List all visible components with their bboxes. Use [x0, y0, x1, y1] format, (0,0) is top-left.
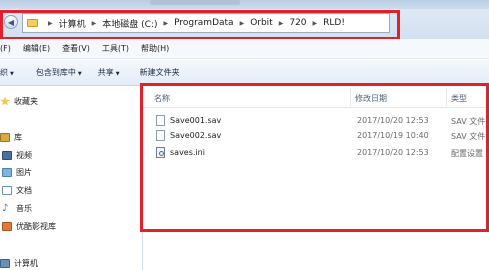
nav-libraries[interactable]: 库	[0, 130, 22, 144]
file-row[interactable]: Save001.sav 2017/10/20 12:53 SAV 文件	[143, 114, 489, 128]
window-title-strip	[0, 0, 489, 9]
nav-youku-label: 优酷影视库	[16, 221, 56, 231]
column-header-type[interactable]: 类型	[451, 93, 467, 104]
video-icon	[2, 150, 12, 160]
nav-music[interactable]: ♪ 音乐	[2, 201, 32, 215]
youku-library-icon	[2, 221, 12, 231]
file-name: saves.ini	[170, 148, 205, 157]
picture-icon	[2, 167, 12, 177]
chevron-right-icon[interactable]: ▶	[313, 20, 318, 27]
dropdown-arrow-icon: ▼	[115, 71, 120, 77]
chevron-right-icon[interactable]: ▶	[279, 20, 284, 27]
nav-documents-label: 文档	[16, 185, 32, 195]
file-name: Save001.sav	[170, 116, 222, 125]
column-divider[interactable]	[446, 88, 447, 106]
chevron-right-icon[interactable]: ▶	[92, 20, 97, 27]
folder-icon	[27, 19, 38, 27]
nav-documents[interactable]: 文档	[2, 183, 32, 197]
file-type: 配置设置	[451, 149, 483, 158]
nav-pictures[interactable]: 图片	[2, 165, 32, 179]
menu-edit[interactable]: 编辑(E)	[23, 43, 50, 54]
include-in-library-label: 包含到库中	[35, 68, 76, 77]
file-name: Save002.sav	[170, 131, 222, 140]
breadcrumb-720[interactable]: 720	[289, 18, 306, 28]
dropdown-arrow-icon: ▼	[10, 71, 14, 77]
column-header-name[interactable]: 名称	[154, 93, 170, 104]
menu-file[interactable]: (F)	[0, 44, 11, 53]
file-modified: 2017/10/19 10:40	[357, 131, 429, 140]
nav-music-label: 音乐	[16, 203, 32, 213]
document-icon	[156, 115, 165, 126]
window-title-ghost	[150, 0, 240, 5]
organize-button[interactable]: 织 ▼	[0, 67, 14, 78]
file-list-pane: 名称 修改日期 类型 Save001.sav 2017/10/20 12:53 …	[143, 86, 489, 270]
share-label: 共享	[97, 68, 114, 77]
file-modified: 2017/10/20 12:53	[357, 148, 429, 157]
computer-icon	[0, 258, 10, 268]
nav-favorites-label: 收藏夹	[14, 96, 38, 106]
file-row[interactable]: saves.ini 2017/10/20 12:53 配置设置	[143, 146, 489, 160]
column-header-modified[interactable]: 修改日期	[355, 93, 387, 104]
music-note-icon: ♪	[2, 202, 9, 214]
chevron-right-icon[interactable]: ▶	[163, 20, 168, 27]
new-folder-button[interactable]: 新建文件夹	[140, 67, 180, 78]
nav-youku-library[interactable]: 优酷影视库	[2, 219, 56, 233]
menu-help[interactable]: 帮助(H)	[141, 43, 169, 54]
column-divider[interactable]	[350, 88, 351, 106]
menu-tools[interactable]: 工具(T)	[102, 43, 129, 54]
library-icon	[0, 132, 10, 142]
nav-computer-label: 计算机	[14, 258, 38, 268]
file-type: SAV 文件	[451, 117, 486, 126]
breadcrumb-local-disk[interactable]: 本地磁盘 (C:)	[102, 17, 157, 30]
chevron-right-icon[interactable]: ▶	[48, 20, 53, 27]
command-toolbar: 织 ▼ 包含到库中 ▼ 共享 ▼ 新建文件夹	[0, 60, 489, 86]
menu-bar: (F) 编辑(E) 查看(V) 工具(T) 帮助(H)	[0, 39, 489, 59]
address-row: ◀ ▶ 计算机 ▶ 本地磁盘 (C:) ▶ ProgramData ▶ Orbi…	[0, 9, 489, 39]
star-icon	[0, 96, 10, 106]
include-in-library-button[interactable]: 包含到库中 ▼	[36, 67, 82, 78]
document-icon	[2, 185, 12, 195]
chevron-right-icon[interactable]: ▶	[240, 20, 245, 27]
breadcrumb-orbit[interactable]: Orbit	[250, 18, 273, 28]
menu-view[interactable]: 查看(V)	[62, 43, 90, 54]
breadcrumb-computer[interactable]: 计算机	[59, 17, 86, 30]
breadcrumb-rld[interactable]: RLD!	[323, 18, 345, 28]
settings-file-icon	[156, 147, 165, 158]
nav-favorites[interactable]: 收藏夹	[0, 94, 38, 108]
document-icon	[156, 130, 165, 141]
organize-label: 织	[0, 68, 8, 77]
nav-videos[interactable]: 视频	[2, 148, 32, 162]
nav-computer[interactable]: 计算机	[0, 256, 38, 270]
dropdown-arrow-icon: ▼	[77, 71, 82, 77]
share-button[interactable]: 共享 ▼	[98, 67, 120, 78]
address-bar[interactable]: ▶ 计算机 ▶ 本地磁盘 (C:) ▶ ProgramData ▶ Orbit …	[22, 13, 390, 33]
breadcrumb-programdata[interactable]: ProgramData	[174, 18, 233, 28]
nav-videos-label: 视频	[16, 150, 32, 160]
column-header-row: 名称 修改日期 类型	[143, 86, 489, 108]
nav-pictures-label: 图片	[16, 167, 32, 177]
file-type: SAV 文件	[451, 132, 486, 141]
file-modified: 2017/10/20 12:53	[357, 116, 429, 125]
back-button[interactable]: ◀	[4, 15, 18, 29]
navigation-pane: 收藏夹 库 视频 图片 文档 ♪ 音乐 优酷影视库 计算机	[0, 86, 143, 270]
nav-libraries-label: 库	[14, 132, 22, 142]
file-row[interactable]: Save002.sav 2017/10/19 10:40 SAV 文件	[143, 129, 489, 143]
